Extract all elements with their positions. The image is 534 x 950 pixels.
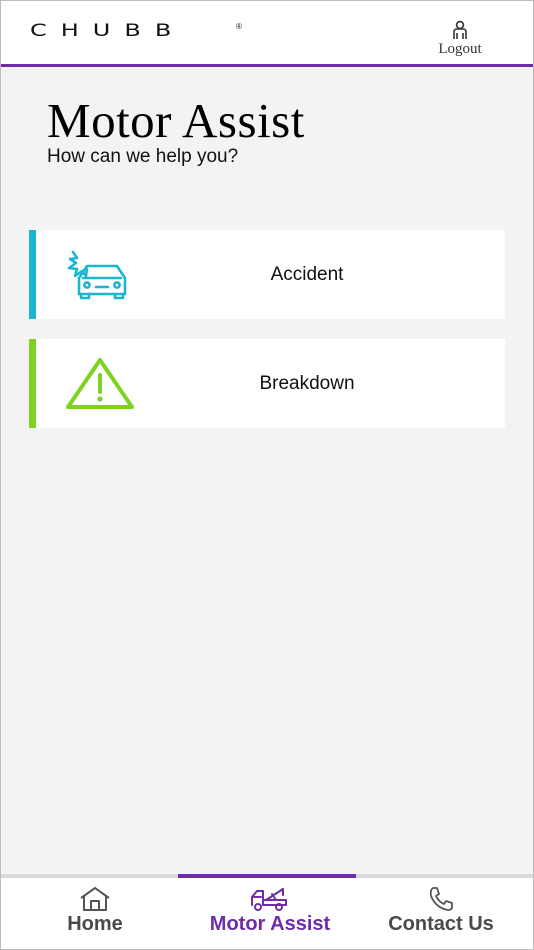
logout-label: Logout — [438, 41, 482, 57]
warning-triangle-icon — [65, 355, 135, 416]
home-icon — [6, 886, 184, 912]
phone-icon — [352, 886, 530, 912]
nav-contact-us-label: Contact Us — [388, 913, 494, 935]
nav-contact-us-tab[interactable]: Contact Us — [352, 878, 530, 950]
accident-card[interactable]: Accident — [29, 230, 505, 319]
chubb-logo: CHUBB — [30, 20, 186, 41]
logout-button[interactable]: Logout — [430, 20, 490, 58]
accident-accent-stripe — [29, 230, 36, 319]
bottom-nav: Home Motor Assist Contact Us — [0, 874, 534, 950]
page-subtitle: How can we help you? — [47, 146, 239, 167]
registered-mark: ® — [236, 22, 242, 31]
breakdown-card[interactable]: Breakdown — [29, 339, 505, 428]
accident-label: Accident — [270, 263, 344, 285]
nav-home-label: Home — [67, 913, 123, 935]
breakdown-accent-stripe — [29, 339, 36, 428]
page-title: Motor Assist — [47, 93, 305, 148]
person-icon — [430, 20, 490, 40]
app-header: CHUBB ® Logout — [0, 0, 534, 67]
nav-motor-assist-tab[interactable]: Motor Assist — [181, 878, 359, 950]
tow-truck-icon — [181, 886, 359, 912]
breakdown-label: Breakdown — [259, 372, 355, 394]
car-crash-icon — [65, 246, 135, 307]
nav-home-tab[interactable]: Home — [6, 878, 184, 950]
nav-motor-assist-label: Motor Assist — [209, 913, 331, 935]
